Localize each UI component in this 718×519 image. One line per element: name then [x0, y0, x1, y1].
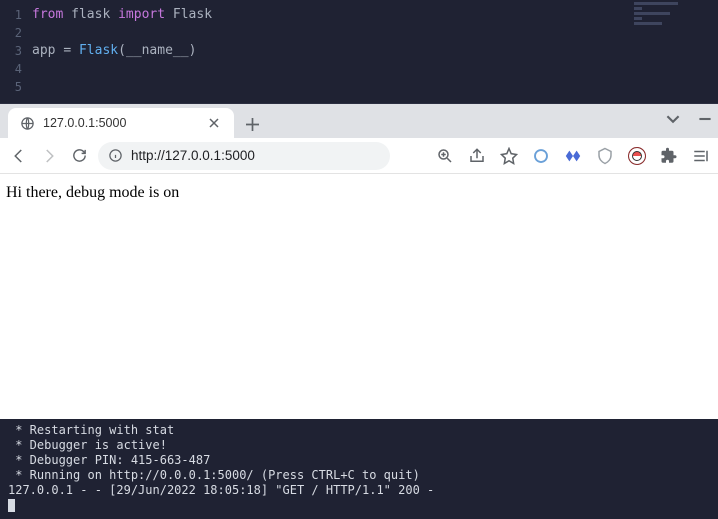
minimap[interactable] [634, 2, 714, 62]
terminal-line: 127.0.0.1 - - [29/Jun/2022 18:05:18] "GE… [8, 483, 710, 498]
terminal-line: * Debugger PIN: 415-663-487 [8, 453, 710, 468]
terminal-line: * Running on http://0.0.0.1:5000/ (Press… [8, 468, 710, 483]
share-icon[interactable] [468, 147, 486, 165]
reload-button[interactable] [68, 145, 90, 167]
line-number: 4 [0, 60, 32, 78]
new-tab-button[interactable] [244, 116, 260, 132]
line-number: 5 [0, 78, 32, 96]
info-icon [108, 148, 123, 163]
forward-button[interactable] [38, 145, 60, 167]
line-content[interactable]: from flask import Flask [32, 6, 212, 24]
address-bar[interactable]: http://127.0.0.1:5000 [98, 142, 390, 170]
star-icon[interactable] [500, 147, 518, 165]
line-number: 1 [0, 6, 32, 24]
ext-icon-1[interactable] [532, 147, 550, 165]
back-button[interactable] [8, 145, 30, 167]
page-content: Hi there, debug mode is on [0, 174, 718, 419]
url-text: http://127.0.0.1:5000 [131, 148, 255, 163]
terminal-line: * Debugger is active! [8, 438, 710, 453]
code-line[interactable]: 4 [0, 60, 718, 78]
tab-strip: 127.0.0.1:5000 [0, 104, 718, 138]
tab-title: 127.0.0.1:5000 [43, 116, 198, 130]
browser-toolbar: http://127.0.0.1:5000 [0, 138, 718, 174]
chevron-down-icon[interactable] [666, 112, 680, 126]
browser-window: 127.0.0.1:5000 http://127.0.0.1:5000 [0, 103, 718, 419]
ext-icon-4[interactable] [628, 147, 646, 165]
terminal-line: * Restarting with stat [8, 423, 710, 438]
code-line[interactable]: 3app = Flask(__name__) [0, 42, 718, 60]
reading-list-icon[interactable] [692, 147, 710, 165]
code-line[interactable]: 1from flask import Flask [0, 6, 718, 24]
line-number: 2 [0, 24, 32, 42]
ext-icon-3[interactable] [596, 147, 614, 165]
globe-icon [20, 116, 35, 131]
ext-icon-2[interactable] [564, 147, 582, 165]
close-tab-button[interactable] [206, 115, 222, 131]
page-text: Hi there, debug mode is on [6, 184, 179, 201]
code-editor[interactable]: 1from flask import Flask23app = Flask(__… [0, 0, 718, 103]
zoom-icon[interactable] [436, 147, 454, 165]
extensions-icon[interactable] [660, 147, 678, 165]
terminal[interactable]: * Restarting with stat * Debugger is act… [0, 419, 718, 519]
code-line[interactable]: 2 [0, 24, 718, 42]
terminal-cursor [8, 499, 15, 512]
code-line[interactable]: 5 [0, 78, 718, 96]
line-content[interactable]: app = Flask(__name__) [32, 42, 196, 60]
minimize-button[interactable] [698, 112, 712, 126]
browser-tab[interactable]: 127.0.0.1:5000 [8, 108, 234, 138]
line-number: 3 [0, 42, 32, 60]
